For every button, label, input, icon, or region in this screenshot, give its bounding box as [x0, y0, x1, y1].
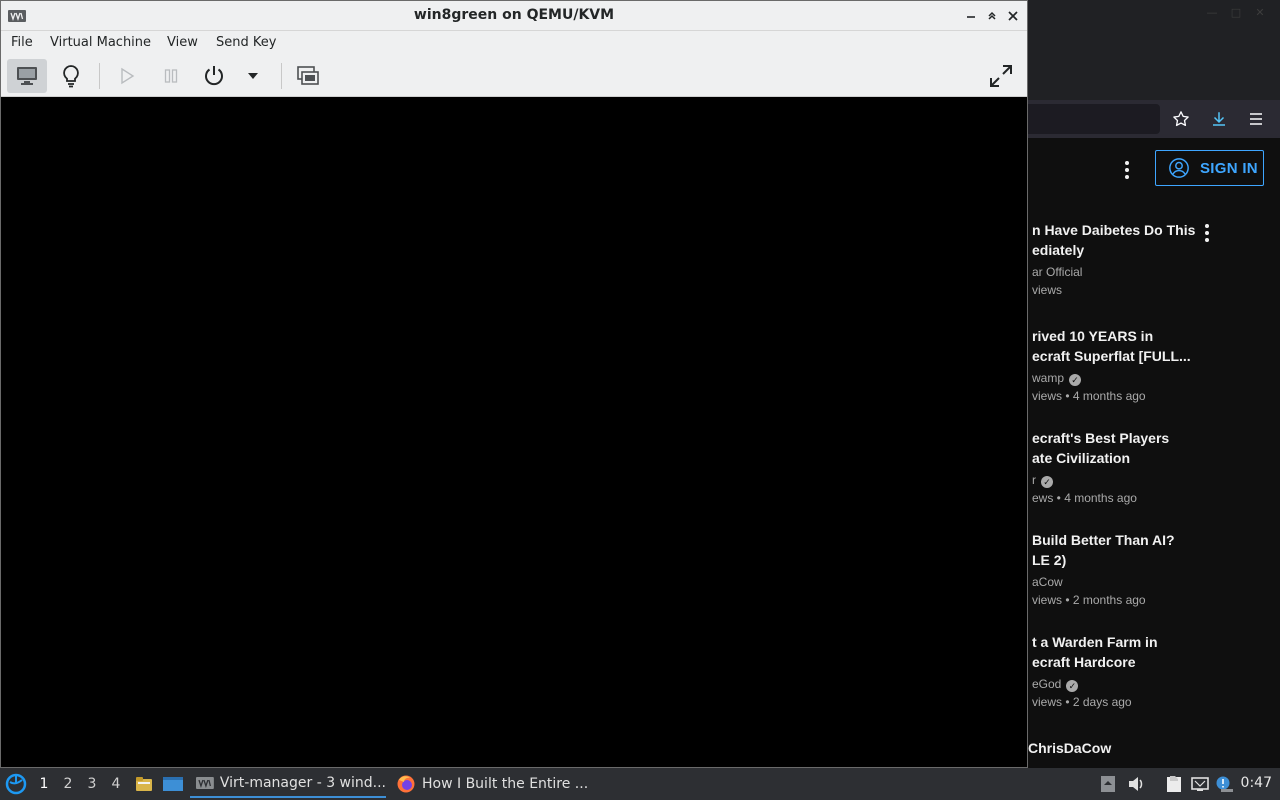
fullscreen-icon [990, 65, 1012, 87]
video-options-icon[interactable] [1204, 224, 1210, 242]
toolbar-separator [281, 63, 282, 89]
pause-button[interactable] [151, 59, 191, 93]
menu-view[interactable]: View [167, 35, 198, 50]
video-title: ate Civilization [1032, 450, 1131, 466]
shutdown-menu-button[interactable] [233, 59, 273, 93]
minimize-icon[interactable] [962, 7, 980, 25]
channel-name: wamp [1032, 371, 1065, 385]
pause-icon [164, 69, 178, 83]
vm-console-display[interactable] [1, 97, 1027, 767]
power-icon [205, 66, 223, 86]
menu-file[interactable]: File [11, 35, 33, 50]
channel-name: aCow [1032, 575, 1063, 589]
video-title: t a Warden Farm in [1032, 634, 1158, 650]
network-icon[interactable] [1190, 774, 1210, 794]
folder-icon [136, 777, 152, 791]
menu-bar: File Virtual Machine View Send Key [1, 31, 1027, 55]
channel-name: ar Official [1032, 265, 1083, 279]
bookmark-star-icon[interactable] [1170, 108, 1192, 130]
verified-check-icon: ✓ [1066, 680, 1079, 692]
menu-virtual-machine[interactable]: Virtual Machine [50, 35, 151, 50]
video-title: ediately [1032, 242, 1085, 258]
fullscreen-button[interactable] [981, 59, 1021, 93]
monitor-icon [17, 67, 37, 85]
minimize-icon[interactable]: — [1206, 6, 1218, 19]
video-title: Build Better Than AI? [1032, 532, 1175, 548]
workspace-3[interactable]: 3 [84, 776, 100, 792]
workspace-4[interactable]: 4 [108, 776, 124, 792]
more-options-icon[interactable] [1124, 161, 1130, 179]
video-title: rived 10 YEARS in [1032, 328, 1154, 344]
sign-in-button[interactable]: SIGN IN [1155, 150, 1264, 186]
taskbar: 1 2 3 4 Virt-manager - 3 wind... How I B… [0, 768, 1280, 800]
clock: 0:47 [1240, 775, 1272, 791]
account-icon [1169, 158, 1189, 178]
lxqt-logo-icon [5, 773, 27, 795]
video-meta: views [1032, 283, 1063, 297]
desktop-icon [163, 777, 183, 791]
lightbulb-icon [63, 65, 79, 88]
video-title: ChrisDaCow [1028, 740, 1112, 756]
window-titlebar: win8green on QEMU/KVM [1, 1, 1027, 31]
workspace-2[interactable]: 2 [60, 776, 76, 792]
notification-icon[interactable] [1214, 774, 1234, 794]
start-menu-button[interactable] [5, 772, 27, 796]
sign-in-label: SIGN IN [1200, 159, 1258, 177]
menu-send-key[interactable]: Send Key [216, 35, 276, 50]
video-meta: ews • 4 months ago [1032, 491, 1137, 505]
window-title: win8green on QEMU/KVM [413, 7, 615, 23]
task-virt-manager[interactable]: Virt-manager - 3 wind... [190, 770, 386, 798]
hamburger-menu-icon[interactable] [1245, 108, 1267, 130]
channel-name: eGod [1032, 677, 1062, 691]
video-title: ecraft Superflat [FULL... [1032, 348, 1191, 364]
video-meta: views • 4 months ago [1032, 389, 1146, 403]
shutdown-button[interactable] [194, 59, 234, 93]
virt-manager-icon [196, 777, 214, 789]
task-label: How I Built the Entire ... [422, 776, 589, 792]
channel-name: r [1032, 473, 1036, 487]
verified-check-icon: ✓ [1069, 374, 1082, 386]
close-icon[interactable] [1004, 7, 1022, 25]
details-view-button[interactable] [51, 59, 91, 93]
chevron-down-icon [248, 73, 258, 79]
clipboard-icon[interactable] [1164, 774, 1184, 794]
run-button[interactable] [107, 59, 147, 93]
video-meta: views • 2 days ago [1032, 695, 1132, 709]
video-title: ecraft's Best Players [1032, 430, 1170, 446]
snapshots-button[interactable] [288, 59, 328, 93]
tray-eject-icon[interactable] [1098, 774, 1118, 794]
toolbar-separator [99, 63, 100, 89]
workspace-1[interactable]: 1 [36, 776, 52, 792]
video-title: n Have Daibetes Do This [1032, 222, 1196, 238]
verified-check-icon: ✓ [1041, 476, 1053, 488]
close-icon[interactable]: ✕ [1254, 6, 1266, 19]
snapshots-icon [297, 66, 319, 85]
play-icon [121, 67, 135, 85]
vm-viewer-window: win8green on QEMU/KVM File Virtual Machi… [0, 0, 1028, 768]
toolbar [1, 55, 1027, 97]
maximize-icon[interactable]: □ [1230, 6, 1242, 19]
task-firefox[interactable]: How I Built the Entire ... [390, 770, 590, 798]
video-title: ecraft Hardcore [1032, 654, 1136, 670]
file-manager-launcher[interactable] [134, 774, 154, 794]
downloads-icon[interactable] [1208, 108, 1230, 130]
video-title: LE 2) [1032, 552, 1067, 568]
firefox-icon [397, 775, 415, 793]
console-view-button[interactable] [7, 59, 47, 93]
desktop-launcher[interactable] [162, 774, 184, 794]
maximize-icon[interactable] [983, 7, 1001, 25]
volume-icon[interactable] [1126, 774, 1146, 794]
task-label: Virt-manager - 3 wind... [219, 775, 386, 791]
video-meta: views • 2 months ago [1032, 593, 1146, 607]
